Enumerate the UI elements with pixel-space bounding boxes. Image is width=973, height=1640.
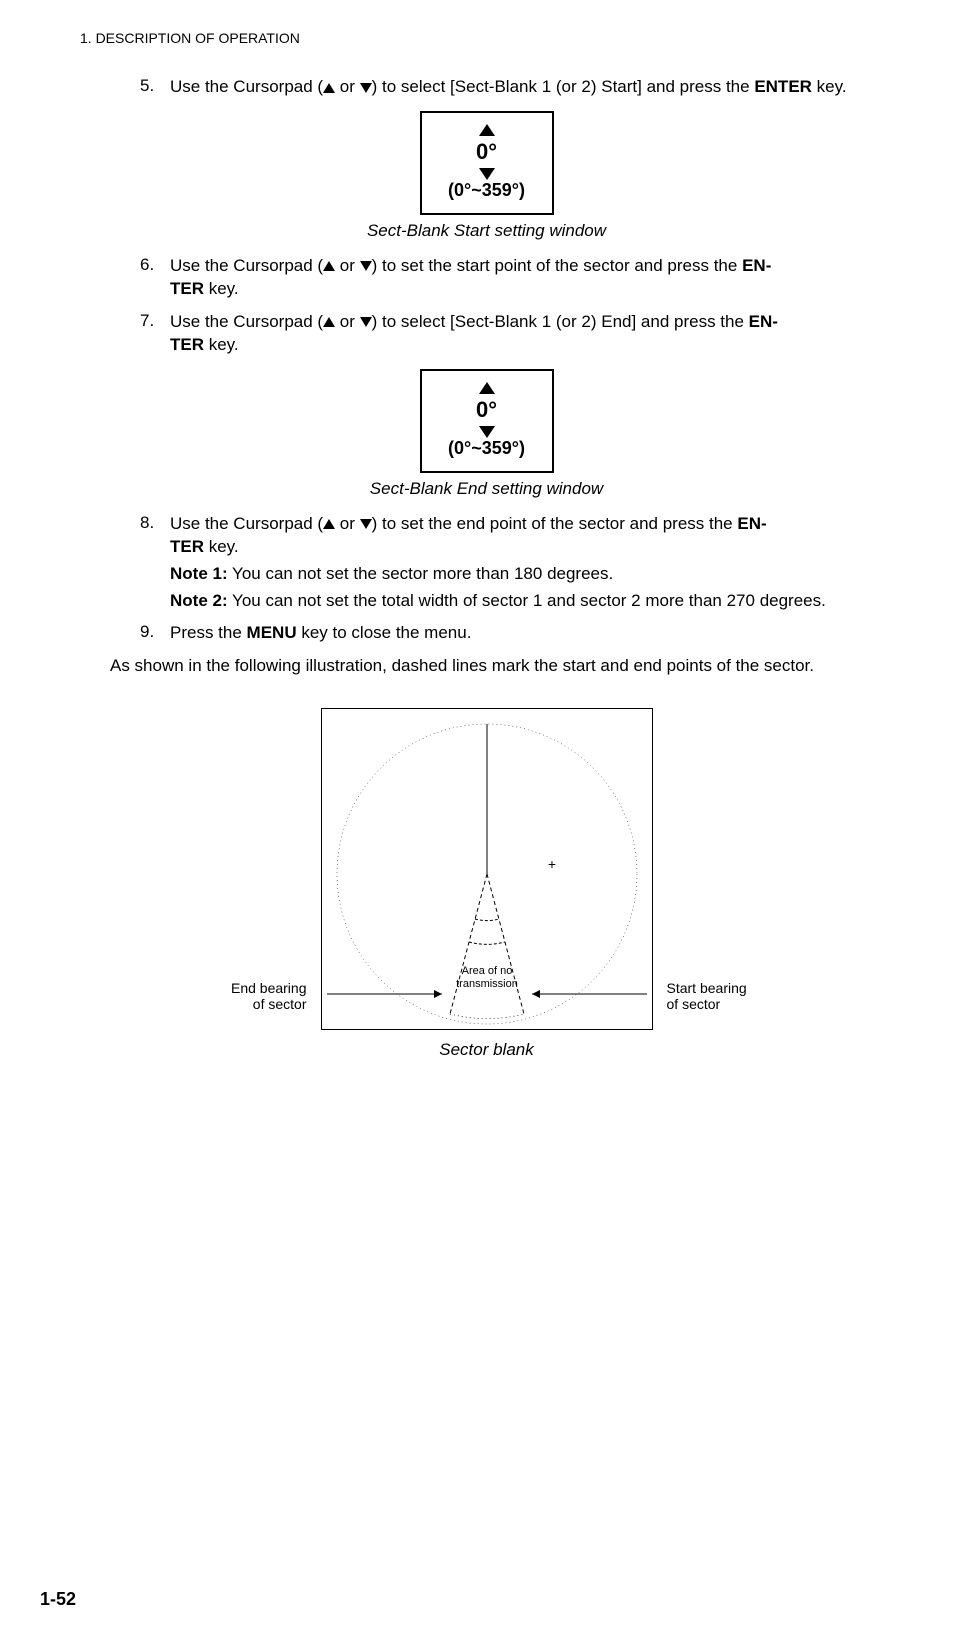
body-paragraph: As shown in the following illustration, … bbox=[110, 655, 893, 678]
note-text: You can not set the total width of secto… bbox=[228, 591, 826, 610]
step-6: 6. Use the Cursorpad ( or ) to set the s… bbox=[140, 255, 893, 301]
figure-range: (0°~359°) bbox=[448, 438, 525, 459]
figure-caption-2: Sect-Blank End setting window bbox=[80, 479, 893, 499]
enter-key-label: EN- bbox=[749, 312, 778, 331]
note-label: Note 1: bbox=[170, 564, 228, 583]
text: Use the Cursorpad ( bbox=[170, 256, 323, 275]
step-number: 8. bbox=[140, 513, 170, 613]
text: Use the Cursorpad ( bbox=[170, 77, 323, 96]
end-bearing-label: End bearing of sector bbox=[147, 980, 307, 1012]
triangle-up-icon bbox=[323, 317, 335, 327]
step-number: 6. bbox=[140, 255, 170, 301]
step-body: Use the Cursorpad ( or ) to set the end … bbox=[170, 513, 893, 613]
figure-caption-1: Sect-Blank Start setting window bbox=[80, 221, 893, 241]
end-arrow-head bbox=[434, 990, 442, 998]
text: ) to select [Sect-Blank 1 (or 2) End] an… bbox=[372, 312, 749, 331]
text: key to close the menu. bbox=[297, 623, 472, 642]
text: Use the Cursorpad ( bbox=[170, 514, 323, 533]
enter-key-label: TER bbox=[170, 537, 204, 556]
start-arrow-head bbox=[532, 990, 540, 998]
enter-key-label: TER bbox=[170, 335, 204, 354]
note-2: Note 2: You can not set the total width … bbox=[170, 590, 893, 613]
label-line-2: of sector bbox=[253, 996, 307, 1012]
setting-window-figure-2: 0° (0°~359°) bbox=[420, 369, 554, 473]
step-body: Use the Cursorpad ( or ) to select [Sect… bbox=[170, 76, 893, 99]
step-5: 5. Use the Cursorpad ( or ) to select [S… bbox=[140, 76, 893, 99]
enter-key-label: ENTER bbox=[754, 77, 812, 96]
text: key. bbox=[204, 537, 239, 556]
note-text: You can not set the sector more than 180… bbox=[228, 564, 614, 583]
triangle-down-icon bbox=[360, 519, 372, 529]
figure-range: (0°~359°) bbox=[448, 180, 525, 201]
text: key. bbox=[204, 335, 239, 354]
enter-key-label: TER bbox=[170, 279, 204, 298]
label-line-1: Start bearing bbox=[667, 980, 747, 996]
area-text-l1: Area of no bbox=[461, 965, 512, 977]
figure-value: 0° bbox=[476, 397, 497, 423]
note-label: Note 2: bbox=[170, 591, 228, 610]
enter-key-label: EN- bbox=[737, 514, 766, 533]
step-number: 9. bbox=[140, 622, 170, 645]
text: key. bbox=[204, 279, 239, 298]
text: ) to set the end point of the sector and… bbox=[372, 514, 738, 533]
text: key. bbox=[812, 77, 847, 96]
text: or bbox=[335, 256, 360, 275]
diagram-caption: Sector blank bbox=[80, 1040, 893, 1060]
step-body: Use the Cursorpad ( or ) to select [Sect… bbox=[170, 311, 893, 357]
note-1: Note 1: You can not set the sector more … bbox=[170, 563, 893, 586]
menu-key-label: MENU bbox=[247, 623, 297, 642]
triangle-down-icon bbox=[479, 168, 495, 180]
text: Use the Cursorpad ( bbox=[170, 312, 323, 331]
page: 1. DESCRIPTION OF OPERATION 5. Use the C… bbox=[0, 0, 973, 1640]
area-text-l2: transmission bbox=[456, 978, 518, 990]
step-number: 5. bbox=[140, 76, 170, 99]
step-body: Use the Cursorpad ( or ) to set the star… bbox=[170, 255, 893, 301]
page-header: 1. DESCRIPTION OF OPERATION bbox=[80, 30, 893, 46]
label-line-2: of sector bbox=[667, 996, 721, 1012]
triangle-up-icon bbox=[323, 261, 335, 271]
text: or bbox=[335, 312, 360, 331]
triangle-down-icon bbox=[360, 317, 372, 327]
sector-start-line bbox=[487, 874, 524, 1014]
triangle-up-icon bbox=[323, 519, 335, 529]
step-body: Press the MENU key to close the menu. bbox=[170, 622, 893, 645]
sector-arc-2 bbox=[469, 942, 505, 944]
text: Press the bbox=[170, 623, 247, 642]
triangle-up-icon bbox=[323, 83, 335, 93]
step-7: 7. Use the Cursorpad ( or ) to select [S… bbox=[140, 311, 893, 357]
triangle-up-icon bbox=[479, 382, 495, 394]
enter-key-label: EN- bbox=[742, 256, 771, 275]
step-8: 8. Use the Cursorpad ( or ) to set the e… bbox=[140, 513, 893, 613]
diagram-frame: + Area of no transmission bbox=[321, 708, 653, 1030]
triangle-down-icon bbox=[360, 83, 372, 93]
figure-value: 0° bbox=[476, 139, 497, 165]
step-number: 7. bbox=[140, 311, 170, 357]
step-9: 9. Press the MENU key to close the menu. bbox=[140, 622, 893, 645]
plus-cursor: + bbox=[547, 856, 555, 872]
text: ) to select [Sect-Blank 1 (or 2) Start] … bbox=[372, 77, 755, 96]
sector-arc-outer bbox=[450, 1014, 524, 1019]
setting-window-figure-1: 0° (0°~359°) bbox=[420, 111, 554, 215]
triangle-down-icon bbox=[360, 261, 372, 271]
triangle-up-icon bbox=[479, 124, 495, 136]
text: or bbox=[335, 514, 360, 533]
text: ) to set the start point of the sector a… bbox=[372, 256, 742, 275]
text: or bbox=[335, 77, 360, 96]
label-line-1: End bearing bbox=[231, 980, 307, 996]
sector-blank-diagram: + Area of no transmission bbox=[207, 708, 767, 1030]
radar-svg: + Area of no transmission bbox=[322, 709, 652, 1029]
triangle-down-icon bbox=[479, 426, 495, 438]
sector-arc-1 bbox=[475, 919, 499, 921]
page-number: 1-52 bbox=[40, 1589, 76, 1610]
start-bearing-label: Start bearing of sector bbox=[667, 980, 827, 1012]
